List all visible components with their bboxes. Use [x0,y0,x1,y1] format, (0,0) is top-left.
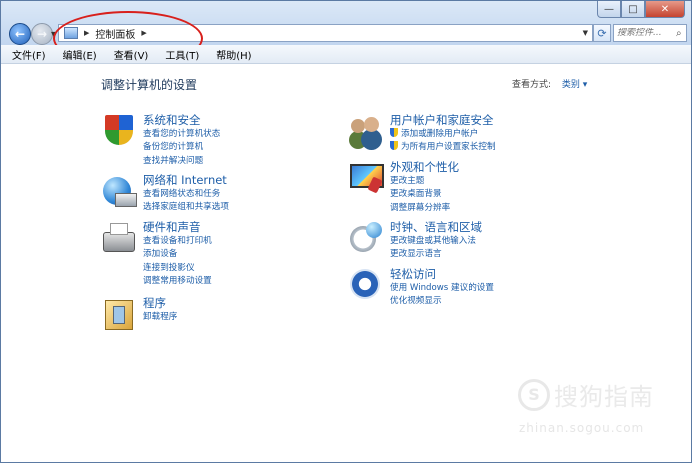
refresh-button[interactable]: ⟳ [593,24,611,42]
category-link[interactable]: 调整常用移动设置 [143,275,212,288]
sogou-logo-icon: S [518,378,550,411]
category-ease-of-access: 轻松访问 使用 Windows 建议的设置 优化视频显示 [348,267,494,309]
maximize-button[interactable]: □ [621,1,645,18]
category-link[interactable]: 备份您的计算机 [143,141,220,154]
category-title[interactable]: 用户帐户和家庭安全 [390,113,496,128]
sogou-watermark: S 搜狗指南 [518,377,654,412]
menu-file[interactable]: 文件(F) [1,47,52,62]
display-icon[interactable] [348,160,384,196]
category-link[interactable]: 卸载程序 [143,311,177,324]
category-link[interactable]: 调整屏幕分辨率 [390,202,459,215]
chevron-right-icon[interactable]: ▶ [141,29,146,37]
menu-view[interactable]: 查看(V) [103,47,155,62]
window-controls: — □ ✕ [597,1,685,18]
users-icon[interactable] [348,113,384,149]
category-link[interactable]: 选择家庭组和共享选项 [143,201,229,214]
search-input[interactable] [614,28,676,38]
programs-icon[interactable] [101,296,137,332]
category-link[interactable]: 优化视频显示 [390,295,494,308]
recent-pages-dropdown-icon[interactable]: ▼ [51,30,57,39]
category-link[interactable]: 连接到投影仪 [143,262,212,275]
category-link[interactable]: 为所有用户设置家长控制 [390,141,496,154]
category-system-security: 系统和安全 查看您的计算机状态 备份您的计算机 查找并解决问题 [101,113,220,168]
category-clock-language: 时钟、语言和区域 更改键盘或其他输入法 更改显示语言 [348,220,482,262]
menu-help[interactable]: 帮助(H) [205,47,257,62]
category-hardware-sound: 硬件和声音 查看设备和打印机 添加设备 连接到投影仪 调整常用移动设置 [101,220,212,289]
menu-bar: 文件(F) 编辑(E) 查看(V) 工具(T) 帮助(H) [1,45,691,64]
category-programs: 程序 卸载程序 [101,296,177,332]
printer-icon[interactable] [101,220,137,256]
address-dropdown-icon[interactable]: ▼ [583,29,588,37]
category-title[interactable]: 程序 [143,296,177,311]
clock-globe-icon[interactable] [348,220,384,256]
search-box[interactable]: ⌕ [613,24,687,42]
category-link[interactable]: 查看您的计算机状态 [143,128,220,141]
category-link[interactable]: 更改键盘或其他输入法 [390,235,482,248]
category-link[interactable]: 更改桌面背景 [390,188,459,201]
window-chrome: — □ ✕ ← → ▼ ▶ 控制面板 ▶ ▼ ⟳ ⌕ [1,1,691,45]
search-icon[interactable]: ⌕ [676,28,682,39]
category-link[interactable]: 更改主题 [390,175,459,188]
minimize-button[interactable]: — [597,1,621,18]
category-network-internet: 网络和 Internet 查看网络状态和任务 选择家庭组和共享选项 [101,173,229,215]
category-user-accounts: 用户帐户和家庭安全 添加或删除用户帐户 为所有用户设置家长控制 [348,113,496,155]
forward-button[interactable]: → [31,23,53,45]
control-panel-window: — □ ✕ ← → ▼ ▶ 控制面板 ▶ ▼ ⟳ ⌕ 文件(F) 编辑(E) 查… [0,0,692,463]
category-link[interactable]: 查看设备和打印机 [143,235,212,248]
breadcrumb-control-panel[interactable]: 控制面板 [95,26,135,41]
category-title[interactable]: 硬件和声音 [143,220,212,235]
address-bar[interactable]: ▶ 控制面板 ▶ ▼ [58,24,593,42]
category-link[interactable]: 添加设备 [143,248,212,261]
page-title: 调整计算机的设置 [101,78,198,92]
category-link[interactable]: 更改显示语言 [390,248,482,261]
category-title[interactable]: 外观和个性化 [390,160,459,175]
category-title[interactable]: 网络和 Internet [143,173,229,188]
view-by-label: 查看方式: [512,80,552,90]
watermark-url: zhinan.sogou.com [519,421,645,435]
back-button[interactable]: ← [9,23,31,45]
category-title[interactable]: 轻松访问 [390,267,494,282]
category-appearance: 外观和个性化 更改主题 更改桌面背景 调整屏幕分辨率 [348,160,459,215]
chevron-right-icon[interactable]: ▶ [84,29,89,37]
security-shield-icon[interactable] [101,113,137,149]
accessibility-icon[interactable] [348,267,384,303]
category-link[interactable]: 查找并解决问题 [143,155,220,168]
category-link[interactable]: 添加或删除用户帐户 [390,128,496,141]
category-title[interactable]: 时钟、语言和区域 [390,220,482,235]
category-link[interactable]: 查看网络状态和任务 [143,188,229,201]
view-by: 查看方式: 类别 ▾ [512,77,587,90]
category-link[interactable]: 使用 Windows 建议的设置 [390,282,494,295]
menu-tools[interactable]: 工具(T) [154,47,205,62]
control-panel-icon [64,27,78,39]
category-title[interactable]: 系统和安全 [143,113,220,128]
network-globe-icon[interactable] [101,173,137,209]
watermark-name: 搜狗指南 [554,383,654,411]
menu-edit[interactable]: 编辑(E) [52,47,103,62]
view-by-selector[interactable]: 类别 ▾ [562,80,587,90]
refresh-icon: ⟳ [597,26,607,40]
close-button[interactable]: ✕ [645,1,685,18]
